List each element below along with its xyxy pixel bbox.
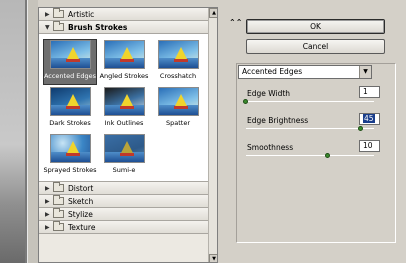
param-value-input[interactable]: 45	[359, 113, 380, 125]
param-slider-track[interactable]	[246, 128, 374, 129]
folder-icon	[53, 8, 64, 18]
thumbnail-preview-image	[103, 134, 145, 163]
collapse-arrow-icon[interactable]: ▼	[45, 24, 53, 31]
thumbnail-grid: Accented Edges Angled Strokes Crosshatch Da…	[39, 34, 208, 182]
preview-image[interactable]	[0, 0, 25, 263]
folder-icon	[53, 21, 64, 31]
category-artistic[interactable]: ▶ Artistic	[39, 8, 208, 21]
filter-thumbnail[interactable]: Angled Strokes	[98, 40, 150, 84]
param-slider-thumb[interactable]	[243, 99, 248, 104]
folder-icon	[53, 195, 64, 205]
param-label: Edge Brightness	[247, 116, 309, 125]
preview-area	[0, 0, 38, 263]
filter-thumbnail[interactable]: Dark Strokes	[44, 87, 96, 131]
double-chevron-up-icon[interactable]: ⌃⌃	[229, 18, 242, 27]
category-label: Sketch	[68, 196, 94, 206]
preview-margin	[28, 0, 38, 263]
expand-arrow-icon[interactable]: ▶	[45, 198, 53, 205]
category-distort[interactable]: ▶ Distort	[39, 182, 208, 195]
filter-thumbnail[interactable]: Ink Outlines	[98, 87, 150, 131]
param-slider-track[interactable]	[246, 155, 374, 156]
thumbnail-label: Spatter	[165, 119, 190, 127]
folder-icon	[53, 182, 64, 192]
dropdown-arrow-icon[interactable]: ▼	[359, 66, 371, 78]
thumbnail-preview-image	[49, 40, 91, 69]
filter-thumbnail[interactable]: Crosshatch	[152, 40, 204, 84]
param-slider-track[interactable]	[246, 101, 374, 102]
thumbnail-label: Dark Strokes	[49, 119, 91, 127]
category-sketch[interactable]: ▶ Sketch	[39, 195, 208, 208]
cancel-button[interactable]: Cancel	[246, 39, 385, 54]
category-label: Distort	[68, 183, 94, 193]
folder-icon	[53, 221, 64, 231]
scroll-up-icon[interactable]: ▲	[209, 8, 217, 18]
thumbnail-label: Accented Edges	[43, 72, 97, 80]
thumbnail-label: Sumi-e	[112, 166, 136, 174]
gallery-scrollbar[interactable]: ▲ ▼	[208, 8, 217, 262]
thumbnail-label: Ink Outlines	[104, 119, 144, 127]
category-label: Brush Strokes	[68, 22, 128, 32]
expand-arrow-icon[interactable]: ▶	[45, 224, 53, 231]
ok-button[interactable]: OK	[246, 19, 385, 34]
param-label: Smoothness	[247, 143, 294, 152]
category-texture[interactable]: ▶ Texture	[39, 221, 208, 234]
category-label: Stylize	[68, 209, 93, 219]
category-label: Texture	[68, 222, 96, 232]
param-label: Edge Width	[247, 89, 291, 98]
filter-select-value: Accented Edges	[242, 67, 303, 76]
folder-icon	[53, 208, 64, 218]
filter-select[interactable]: Accented Edges ▼	[238, 65, 372, 79]
thumbnail-label: Angled Strokes	[99, 72, 149, 80]
thumbnail-preview-image	[157, 87, 199, 116]
thumbnail-label: Crosshatch	[159, 72, 197, 80]
expand-arrow-icon[interactable]: ▶	[45, 11, 53, 18]
scroll-down-icon[interactable]: ▼	[209, 254, 217, 262]
filter-thumbnail[interactable]: Accented Edges	[43, 39, 97, 85]
thumbnail-preview-image	[157, 40, 199, 69]
filter-thumbnail[interactable]: Sprayed Strokes	[43, 134, 97, 178]
thumbnail-preview-image	[49, 134, 91, 163]
thumbnail-preview-image	[49, 87, 91, 116]
thumbnail-preview-image	[103, 87, 145, 116]
expand-arrow-icon[interactable]: ▶	[45, 211, 53, 218]
filter-gallery: ▶ Artistic ▼ Brush Strokes Accented Edge…	[38, 7, 218, 263]
expand-arrow-icon[interactable]: ▶	[45, 185, 53, 192]
filter-thumbnail[interactable]: Sumi-e	[98, 134, 150, 178]
category-brush-strokes[interactable]: ▼ Brush Strokes	[39, 21, 208, 34]
param-value-input[interactable]: 1	[359, 86, 380, 98]
filter-tree: ▶ Artistic ▼ Brush Strokes Accented Edge…	[39, 8, 208, 262]
thumbnail-preview-image	[103, 40, 145, 69]
category-label: Artistic	[68, 9, 95, 19]
category-stylize[interactable]: ▶ Stylize	[39, 208, 208, 221]
thumbnail-label: Sprayed Strokes	[43, 166, 97, 174]
filter-thumbnail[interactable]: Spatter	[152, 87, 204, 131]
param-value-input[interactable]: 10	[359, 140, 380, 152]
